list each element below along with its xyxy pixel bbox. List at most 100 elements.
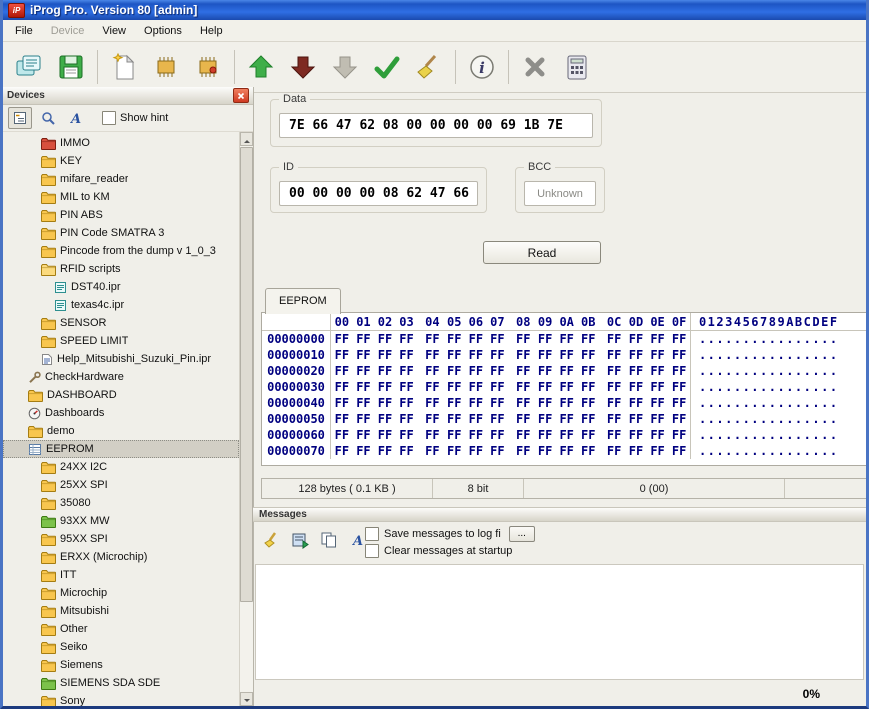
browse-log-button[interactable]: ... <box>508 525 535 542</box>
tree-item[interactable]: texas4c.ipr <box>3 296 239 314</box>
cancel-button[interactable] <box>514 47 556 87</box>
hex-byte-cell[interactable]: FF <box>396 443 418 459</box>
hex-byte-cell[interactable]: FF <box>331 427 353 443</box>
hex-byte-cell[interactable]: FF <box>599 347 625 363</box>
tree-item[interactable]: ERXX (Microchip) <box>3 548 239 566</box>
tree-item[interactable]: Mitsubishi <box>3 602 239 620</box>
hex-byte-cell[interactable]: FF <box>374 363 396 379</box>
hex-ascii-cell[interactable]: ................ <box>689 395 866 411</box>
save-log-button[interactable] <box>290 530 310 550</box>
clear-startup-checkbox[interactable] <box>365 543 379 558</box>
hex-byte-cell[interactable]: FF <box>417 363 443 379</box>
hex-byte-cell[interactable]: FF <box>599 395 625 411</box>
hex-byte-cell[interactable]: FF <box>487 443 509 459</box>
hex-byte-cell[interactable]: FF <box>331 379 353 395</box>
hex-byte-cell[interactable]: FF <box>417 347 443 363</box>
hex-byte-cell[interactable]: FF <box>668 427 690 443</box>
hex-byte-cell[interactable]: FF <box>353 347 375 363</box>
hex-byte-cell[interactable]: FF <box>556 427 578 443</box>
hex-byte-cell[interactable]: FF <box>444 331 466 348</box>
hex-byte-cell[interactable]: FF <box>534 443 556 459</box>
scroll-thumb[interactable] <box>240 147 253 602</box>
hex-byte-cell[interactable]: FF <box>417 411 443 427</box>
tree-item[interactable]: 93XX MW <box>3 512 239 530</box>
tree-item[interactable]: mifare_reader <box>3 170 239 188</box>
hex-byte-cell[interactable]: FF <box>444 347 466 363</box>
hex-byte-cell[interactable]: FF <box>647 331 669 348</box>
tree-item[interactable]: ITT <box>3 566 239 584</box>
hex-byte-cell[interactable]: FF <box>534 395 556 411</box>
tree-item[interactable]: PIN Code SMATRA 3 <box>3 224 239 242</box>
calculator-button[interactable] <box>556 47 598 87</box>
hex-byte-cell[interactable]: FF <box>508 363 534 379</box>
hex-byte-cell[interactable]: FF <box>647 363 669 379</box>
clear-messages-button[interactable] <box>261 530 281 550</box>
hex-byte-cell[interactable]: FF <box>396 363 418 379</box>
tree-view-button[interactable] <box>8 107 32 129</box>
select-device-button[interactable] <box>145 47 187 87</box>
hex-byte-cell[interactable]: FF <box>331 331 353 348</box>
hex-byte-cell[interactable]: FF <box>353 363 375 379</box>
font-button[interactable]: A <box>64 107 88 129</box>
hex-byte-cell[interactable]: FF <box>417 395 443 411</box>
hex-byte-cell[interactable]: FF <box>647 443 669 459</box>
hex-byte-cell[interactable]: FF <box>577 427 599 443</box>
hex-byte-cell[interactable]: FF <box>668 443 690 459</box>
menu-file[interactable]: File <box>6 22 42 40</box>
hex-byte-cell[interactable]: FF <box>625 411 647 427</box>
hex-byte-cell[interactable]: FF <box>625 443 647 459</box>
device-options-button[interactable] <box>187 47 229 87</box>
hex-byte-cell[interactable]: FF <box>668 395 690 411</box>
hex-byte-cell[interactable]: FF <box>331 411 353 427</box>
tree-item[interactable]: DST40.ipr <box>3 278 239 296</box>
hex-byte-cell[interactable]: FF <box>487 395 509 411</box>
tree-item[interactable]: Microchip <box>3 584 239 602</box>
data-field[interactable]: 7E 66 47 62 08 00 00 00 00 69 1B 7E <box>279 113 593 138</box>
hex-byte-cell[interactable]: FF <box>331 347 353 363</box>
hex-byte-cell[interactable]: FF <box>647 427 669 443</box>
tree-item[interactable]: 25XX SPI <box>3 476 239 494</box>
hex-ascii-cell[interactable]: ................ <box>689 411 866 427</box>
menu-options[interactable]: Options <box>135 22 191 40</box>
tree-item[interactable]: Dashboards <box>3 404 239 422</box>
tree-item[interactable]: DASHBOARD <box>3 386 239 404</box>
titlebar[interactable]: iP iProg Pro. Version 80 [admin] <box>3 0 866 20</box>
hex-ascii-cell[interactable]: ................ <box>689 330 866 347</box>
hex-byte-cell[interactable]: FF <box>668 363 690 379</box>
hex-byte-cell[interactable]: FF <box>417 443 443 459</box>
hex-byte-cell[interactable]: FF <box>508 411 534 427</box>
copy-messages-button[interactable] <box>319 530 339 550</box>
hex-ascii-cell[interactable]: ................ <box>689 363 866 379</box>
tree-item[interactable]: demo <box>3 422 239 440</box>
messages-area[interactable] <box>255 564 864 680</box>
tree-item[interactable]: SENSOR <box>3 314 239 332</box>
hex-byte-cell[interactable]: FF <box>625 347 647 363</box>
tree-item[interactable]: PIN ABS <box>3 206 239 224</box>
read-device-button[interactable] <box>240 47 282 87</box>
hex-byte-cell[interactable]: FF <box>353 443 375 459</box>
hex-byte-cell[interactable]: FF <box>374 395 396 411</box>
hex-ascii-cell[interactable]: ................ <box>689 427 866 443</box>
hex-byte-cell[interactable]: FF <box>508 443 534 459</box>
tree-item[interactable]: Sony <box>3 692 239 706</box>
hex-byte-cell[interactable]: FF <box>487 331 509 348</box>
tree-item[interactable]: MIL to KM <box>3 188 239 206</box>
tree-item[interactable]: Pincode from the dump v 1_0_3 <box>3 242 239 260</box>
tree-item[interactable]: SIEMENS SDA SDE <box>3 674 239 692</box>
hex-byte-cell[interactable]: FF <box>487 427 509 443</box>
hex-byte-cell[interactable]: FF <box>465 347 487 363</box>
tree-item[interactable]: Siemens <box>3 656 239 674</box>
hex-byte-cell[interactable]: FF <box>353 331 375 348</box>
tab-eeprom[interactable]: EEPROM <box>265 288 341 314</box>
hex-byte-cell[interactable]: FF <box>577 347 599 363</box>
menu-help[interactable]: Help <box>191 22 232 40</box>
hex-byte-cell[interactable]: FF <box>374 443 396 459</box>
hex-byte-cell[interactable]: FF <box>465 363 487 379</box>
verify-button[interactable] <box>366 47 408 87</box>
hex-byte-cell[interactable]: FF <box>396 347 418 363</box>
hex-byte-cell[interactable]: FF <box>556 379 578 395</box>
tree-item[interactable]: 35080 <box>3 494 239 512</box>
hex-byte-cell[interactable]: FF <box>374 427 396 443</box>
hex-ascii-cell[interactable]: ................ <box>689 379 866 395</box>
hex-byte-cell[interactable]: FF <box>508 379 534 395</box>
